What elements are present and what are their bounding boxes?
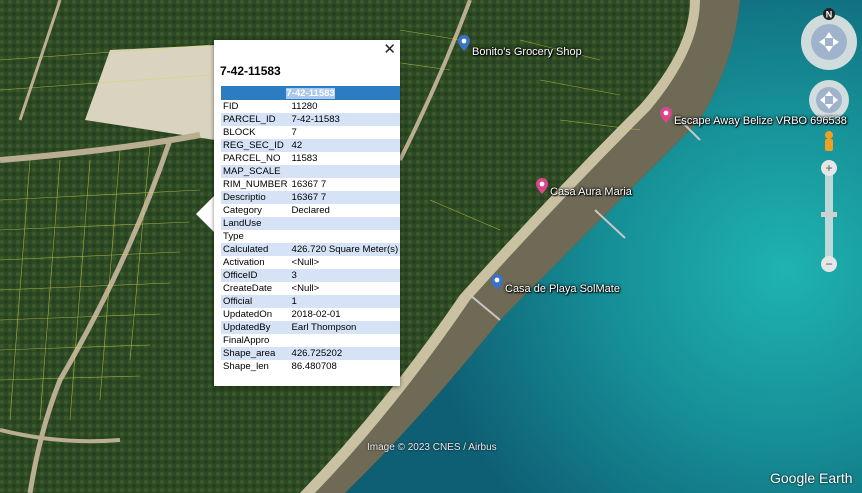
attribute-value: [290, 334, 401, 347]
svg-text:+: +: [825, 161, 832, 175]
attribute-value: Earl Thompson: [289, 321, 401, 334]
attribute-key: LandUse: [221, 217, 290, 230]
table-row: UpdatedBy Earl Thompson: [221, 321, 401, 334]
place-label: Casa Aura Maria: [550, 186, 632, 198]
table-row: Activation <Null>: [221, 256, 400, 269]
table-row: Official 1: [221, 295, 401, 308]
place-marker-casa-de-playa[interactable]: Casa de Playa SolMate: [491, 269, 620, 295]
attribute-key: OfficeID: [221, 269, 290, 282]
attribute-key: REG_SEC_ID: [221, 139, 290, 152]
table-row: FinalAppro: [221, 334, 400, 347]
table-row: Calculated 426.720 Square Meter(s): [221, 243, 401, 256]
table-row: PARCEL_ID 7-42-11583: [221, 113, 401, 126]
attribute-value: 426.720 Square Meter(s): [289, 243, 401, 256]
attribute-key: FinalAppro: [223, 335, 270, 346]
attribute-key: Official: [221, 295, 290, 308]
attribute-value: 7-42-11583: [289, 113, 401, 126]
attribute-key: UpdatedBy: [221, 321, 290, 334]
attribute-value: 16367 7: [291, 179, 327, 190]
satellite-map[interactable]: N + −: [0, 0, 862, 493]
attribute-key: MAP_SCALE: [221, 165, 290, 178]
close-icon[interactable]: ✕: [383, 42, 396, 58]
attribute-table: 7-42-11583 FID 11280 PARCEL_ID 7-42-11583 BL…: [221, 86, 401, 373]
table-row: Descriptio 16367 7: [221, 191, 401, 204]
table-row: Type: [221, 230, 400, 243]
attribute-value: 42: [289, 139, 401, 152]
table-header: 7-42-11583: [286, 87, 335, 99]
attribute-key: PARCEL_ID: [221, 113, 290, 126]
place-marker-escape-away[interactable]: Escape Away Belize VRBO 696538: [660, 103, 847, 127]
parcel-info-popup: ✕ 7-42-11583 7-42-11583 FID 11280 PARCEL_I…: [214, 40, 401, 386]
table-row: Shape_len 86.480708: [221, 360, 400, 373]
popup-title: 7-42-11583: [220, 64, 281, 78]
pink-pin-icon: [536, 178, 548, 194]
attribute-value: 1: [289, 295, 401, 308]
place-marker-bonitos-grocery[interactable]: Bonito's Grocery Shop: [458, 28, 582, 58]
attribute-key: Activation: [223, 257, 265, 268]
table-row: Shape_area 426.725202: [221, 347, 401, 360]
attribute-value: 11280: [291, 101, 318, 112]
attribute-key: Calculated: [221, 243, 290, 256]
attribute-key: Descriptio: [221, 191, 290, 204]
attribute-value: 2018-02-01: [291, 309, 341, 320]
attribute-value: <Null>: [291, 257, 320, 268]
table-row: RIM_NUMBER 16367 7: [221, 178, 400, 191]
table-row: BLOCK 7: [221, 126, 400, 139]
table-row: PARCEL_NO 11583: [221, 152, 400, 165]
attribute-key: PARCEL_NO: [223, 153, 281, 164]
compass-north-label: N: [826, 10, 833, 20]
table-row: CreateDate <Null>: [221, 282, 400, 295]
place-label: Escape Away Belize VRBO 696538: [674, 115, 847, 127]
popup-pointer: [196, 196, 214, 232]
table-header-row: 7-42-11583: [221, 86, 401, 100]
attribute-key: CreateDate: [223, 283, 273, 294]
attribute-value: 86.480708: [291, 361, 337, 372]
attribute-value: [290, 230, 401, 243]
blue-pin-icon: [458, 35, 470, 51]
svg-text:−: −: [825, 257, 832, 271]
attribute-value: 426.725202: [289, 347, 401, 360]
place-label: Bonito's Grocery Shop: [472, 46, 582, 58]
attribute-value: 7: [291, 127, 297, 138]
place-label: Casa de Playa SolMate: [505, 283, 620, 295]
attribute-key: Type: [223, 231, 244, 242]
table-row: Category Declared: [221, 204, 400, 217]
attribute-value: <Null>: [291, 283, 320, 294]
attribute-key: Category: [223, 205, 262, 216]
table-row: UpdatedOn 2018-02-01: [221, 308, 400, 321]
attribute-value: 11583: [291, 153, 318, 164]
place-marker-casa-aura-maria[interactable]: Casa Aura Maria: [536, 174, 632, 198]
attribute-key: Shape_area: [221, 347, 290, 360]
pink-pin-icon: [660, 107, 672, 123]
attribute-value: [289, 217, 401, 230]
table-row: OfficeID 3: [221, 269, 401, 282]
google-earth-logo: Google Earth: [770, 470, 853, 486]
table-row: MAP_SCALE: [221, 165, 401, 178]
attribute-key: FID: [223, 101, 239, 112]
attribute-key: RIM_NUMBER: [223, 179, 288, 190]
attribute-key: UpdatedOn: [223, 309, 273, 320]
attribute-value: [289, 165, 401, 178]
table-row: LandUse: [221, 217, 401, 230]
pegman-icon[interactable]: [825, 131, 833, 151]
blue-pin-icon: [491, 274, 503, 290]
attribute-value: 16367 7: [289, 191, 401, 204]
attribute-value: 3: [289, 269, 401, 282]
attribute-key: BLOCK: [223, 127, 256, 138]
attribute-key: Shape_len: [223, 361, 269, 372]
table-row: REG_SEC_ID 42: [221, 139, 401, 152]
attribute-value: Declared: [291, 205, 330, 216]
table-row: FID 11280: [221, 100, 400, 113]
imagery-credit: Image © 2023 CNES / Airbus: [367, 442, 497, 453]
